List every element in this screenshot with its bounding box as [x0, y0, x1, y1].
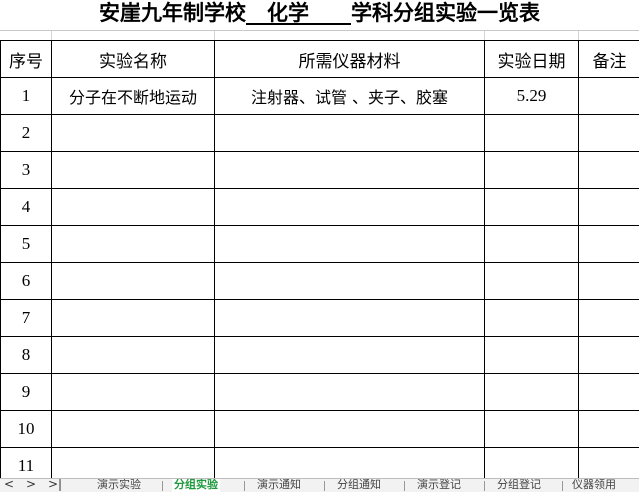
- cell-no[interactable]: 8: [0, 336, 52, 374]
- cell-no[interactable]: 10: [0, 410, 52, 448]
- cell-materials[interactable]: [214, 410, 485, 448]
- cell-materials[interactable]: [214, 299, 485, 337]
- cell-date[interactable]: [484, 114, 579, 152]
- cell-materials[interactable]: [214, 373, 485, 411]
- grid-strip: [0, 30, 639, 41]
- cell-materials[interactable]: [214, 114, 485, 152]
- header-row: 序号 实验名称 所需仪器材料 实验日期 备注: [0, 40, 639, 78]
- table-row: 9: [0, 373, 639, 411]
- sheet-tab-group-register[interactable]: 分组登记: [495, 479, 543, 492]
- cell-note[interactable]: [578, 151, 639, 189]
- cell-no[interactable]: 6: [0, 262, 52, 300]
- next-sheet-icon[interactable]: >: [24, 479, 38, 492]
- cell-date[interactable]: [484, 262, 579, 300]
- cell-note[interactable]: [578, 262, 639, 300]
- cell-note[interactable]: [578, 336, 639, 374]
- header-cell-date[interactable]: 实验日期: [484, 40, 579, 78]
- sheet-tab-group-experiment[interactable]: 分组实验: [172, 479, 220, 492]
- cell-no[interactable]: 5: [0, 225, 52, 263]
- cell-no[interactable]: 2: [0, 114, 52, 152]
- cell-materials[interactable]: [214, 336, 485, 374]
- cell-note[interactable]: [578, 373, 639, 411]
- title-blank-2: ____: [309, 0, 351, 25]
- cell-note[interactable]: [578, 188, 639, 226]
- title-subject: 化学: [267, 0, 309, 25]
- cell-name[interactable]: [51, 373, 215, 411]
- cell-name[interactable]: 分子在不断地运动: [51, 77, 215, 115]
- cell-name[interactable]: [51, 225, 215, 263]
- header-cell-materials[interactable]: 所需仪器材料: [214, 40, 485, 78]
- table-row: 5: [0, 225, 639, 263]
- cell-date[interactable]: [484, 410, 579, 448]
- cell-materials[interactable]: [214, 225, 485, 263]
- cell-note[interactable]: [578, 114, 639, 152]
- cell-note[interactable]: [578, 410, 639, 448]
- cell-date[interactable]: 5.29: [484, 77, 579, 115]
- experiment-table: 序号 实验名称 所需仪器材料 实验日期 备注 1 分子在不断地运动 注射器、试管 、…: [0, 40, 639, 485]
- sheet-tab-group-notice[interactable]: 分组通知: [335, 479, 383, 492]
- cell-date[interactable]: [484, 188, 579, 226]
- cell-date[interactable]: [484, 373, 579, 411]
- cell-name[interactable]: [51, 188, 215, 226]
- cell-no[interactable]: 3: [0, 151, 52, 189]
- cell-no[interactable]: 7: [0, 299, 52, 337]
- cell-note[interactable]: [578, 299, 639, 337]
- sheet-title: 安崖九年制学校__化学____学科分组实验一览表: [0, 0, 639, 30]
- cell-date[interactable]: [484, 151, 579, 189]
- cell-name[interactable]: [51, 336, 215, 374]
- cell-materials[interactable]: [214, 188, 485, 226]
- cell-materials[interactable]: 注射器、试管 、夹子、胶塞: [214, 77, 485, 115]
- sheet-tab-demo-notice[interactable]: 演示通知: [255, 479, 303, 492]
- cell-name[interactable]: [51, 151, 215, 189]
- cell-no[interactable]: 9: [0, 373, 52, 411]
- cell-date[interactable]: [484, 336, 579, 374]
- table-row: 1 分子在不断地运动 注射器、试管 、夹子、胶塞 5.29: [0, 77, 639, 115]
- cell-no[interactable]: 1: [0, 77, 52, 115]
- table-row: 4: [0, 188, 639, 226]
- last-sheet-icon[interactable]: >|: [48, 479, 62, 492]
- cell-note[interactable]: [578, 77, 639, 115]
- cell-date[interactable]: [484, 299, 579, 337]
- cell-note[interactable]: [578, 225, 639, 263]
- cell-name[interactable]: [51, 410, 215, 448]
- cell-no[interactable]: 4: [0, 188, 52, 226]
- table-row: 6: [0, 262, 639, 300]
- sheet-tab-demo-register[interactable]: 演示登记: [415, 479, 463, 492]
- cell-date[interactable]: [484, 225, 579, 263]
- title-school: 安崖九年制学校: [99, 0, 246, 25]
- cell-name[interactable]: [51, 262, 215, 300]
- table-row: 2: [0, 114, 639, 152]
- sheet-tab-equipment-use[interactable]: 仪器领用: [570, 479, 618, 492]
- table-row: 3: [0, 151, 639, 189]
- sheet-tab-demo-experiment[interactable]: 演示实验: [95, 479, 143, 492]
- header-cell-no[interactable]: 序号: [0, 40, 52, 78]
- title-suffix: 学科分组实验一览表: [351, 0, 540, 25]
- sheet-tab-bar: < > >| 演示实验 分组实验 演示通知 分组通知 演示登记 分组登记 仪器领…: [0, 478, 639, 492]
- table-row: 7: [0, 299, 639, 337]
- prev-sheet-icon[interactable]: <: [2, 479, 16, 492]
- cell-materials[interactable]: [214, 151, 485, 189]
- cell-name[interactable]: [51, 299, 215, 337]
- title-blank-1: __: [246, 0, 267, 25]
- cell-name[interactable]: [51, 114, 215, 152]
- table-row: 8: [0, 336, 639, 374]
- table-row: 10: [0, 410, 639, 448]
- header-cell-name[interactable]: 实验名称: [51, 40, 215, 78]
- header-cell-note[interactable]: 备注: [578, 40, 639, 78]
- cell-materials[interactable]: [214, 262, 485, 300]
